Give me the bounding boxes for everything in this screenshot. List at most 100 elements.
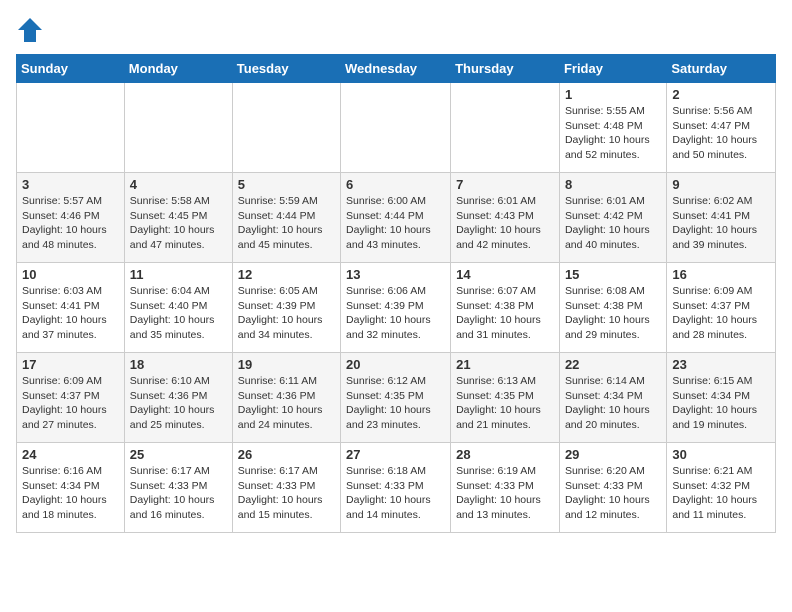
calendar-cell: 4 Sunrise: 5:58 AM Sunset: 4:45 PM Daylig… <box>124 173 232 263</box>
calendar-cell: 13Sunrise: 6:06 AM Sunset: 4:39 PM Dayli… <box>341 263 451 353</box>
day-number: 17 <box>22 357 119 372</box>
week-row-1: 1 Sunrise: 5:55 AM Sunset: 4:48 PM Daylig… <box>17 83 776 173</box>
calendar-cell <box>17 83 125 173</box>
day-info: Sunrise: 6:12 AM Sunset: 4:35 PM Dayligh… <box>346 374 445 433</box>
weekday-header-row: SundayMondayTuesdayWednesdayThursdayFrid… <box>17 55 776 83</box>
day-info: Sunrise: 5:55 AM Sunset: 4:48 PM Dayligh… <box>565 104 661 163</box>
day-number: 24 <box>22 447 119 462</box>
day-info: Sunrise: 6:11 AM Sunset: 4:36 PM Dayligh… <box>238 374 335 433</box>
weekday-header-friday: Friday <box>559 55 666 83</box>
day-info: Sunrise: 6:17 AM Sunset: 4:33 PM Dayligh… <box>238 464 335 523</box>
day-info: Sunrise: 6:08 AM Sunset: 4:38 PM Dayligh… <box>565 284 661 343</box>
day-number: 29 <box>565 447 661 462</box>
day-info: Sunrise: 5:59 AM Sunset: 4:44 PM Dayligh… <box>238 194 335 253</box>
weekday-header-thursday: Thursday <box>451 55 560 83</box>
day-info: Sunrise: 6:00 AM Sunset: 4:44 PM Dayligh… <box>346 194 445 253</box>
weekday-header-tuesday: Tuesday <box>232 55 340 83</box>
calendar-cell: 15 Sunrise: 6:08 AM Sunset: 4:38 PM Dayli… <box>559 263 666 353</box>
calendar-cell: 25 Sunrise: 6:17 AM Sunset: 4:33 PM Dayli… <box>124 443 232 533</box>
calendar-cell: 2 Sunrise: 5:56 AM Sunset: 4:47 PM Daylig… <box>667 83 776 173</box>
calendar-cell: 5 Sunrise: 5:59 AM Sunset: 4:44 PM Daylig… <box>232 173 340 263</box>
calendar-cell: 29 Sunrise: 6:20 AM Sunset: 4:33 PM Dayli… <box>559 443 666 533</box>
day-number: 2 <box>672 87 770 102</box>
day-info: Sunrise: 5:58 AM Sunset: 4:45 PM Dayligh… <box>130 194 227 253</box>
calendar-cell <box>451 83 560 173</box>
day-info: Sunrise: 6:06 AM Sunset: 4:39 PM Dayligh… <box>346 284 445 343</box>
logo <box>16 16 48 44</box>
day-number: 3 <box>22 177 119 192</box>
day-number: 15 <box>565 267 661 282</box>
day-number: 20 <box>346 357 445 372</box>
day-number: 10 <box>22 267 119 282</box>
calendar-cell: 30Sunrise: 6:21 AM Sunset: 4:32 PM Dayli… <box>667 443 776 533</box>
day-info: Sunrise: 6:14 AM Sunset: 4:34 PM Dayligh… <box>565 374 661 433</box>
header <box>16 16 776 44</box>
calendar-cell: 6Sunrise: 6:00 AM Sunset: 4:44 PM Daylig… <box>341 173 451 263</box>
calendar-cell: 26 Sunrise: 6:17 AM Sunset: 4:33 PM Dayli… <box>232 443 340 533</box>
week-row-5: 24 Sunrise: 6:16 AM Sunset: 4:34 PM Dayli… <box>17 443 776 533</box>
day-info: Sunrise: 6:17 AM Sunset: 4:33 PM Dayligh… <box>130 464 227 523</box>
calendar-cell <box>124 83 232 173</box>
calendar-cell: 17 Sunrise: 6:09 AM Sunset: 4:37 PM Dayli… <box>17 353 125 443</box>
day-number: 25 <box>130 447 227 462</box>
calendar-cell: 24 Sunrise: 6:16 AM Sunset: 4:34 PM Dayli… <box>17 443 125 533</box>
calendar-cell: 8Sunrise: 6:01 AM Sunset: 4:42 PM Daylig… <box>559 173 666 263</box>
calendar-cell: 1 Sunrise: 5:55 AM Sunset: 4:48 PM Daylig… <box>559 83 666 173</box>
logo-icon <box>16 16 44 44</box>
calendar-cell: 23 Sunrise: 6:15 AM Sunset: 4:34 PM Dayli… <box>667 353 776 443</box>
calendar-table: SundayMondayTuesdayWednesdayThursdayFrid… <box>16 54 776 533</box>
day-number: 9 <box>672 177 770 192</box>
weekday-header-wednesday: Wednesday <box>341 55 451 83</box>
calendar-cell: 28 Sunrise: 6:19 AM Sunset: 4:33 PM Dayli… <box>451 443 560 533</box>
day-number: 23 <box>672 357 770 372</box>
day-number: 18 <box>130 357 227 372</box>
day-number: 12 <box>238 267 335 282</box>
calendar-cell: 16 Sunrise: 6:09 AM Sunset: 4:37 PM Dayli… <box>667 263 776 353</box>
calendar-cell: 9 Sunrise: 6:02 AM Sunset: 4:41 PM Daylig… <box>667 173 776 263</box>
day-info: Sunrise: 5:57 AM Sunset: 4:46 PM Dayligh… <box>22 194 119 253</box>
day-number: 4 <box>130 177 227 192</box>
calendar-cell: 12 Sunrise: 6:05 AM Sunset: 4:39 PM Dayli… <box>232 263 340 353</box>
calendar-cell: 27 Sunrise: 6:18 AM Sunset: 4:33 PM Dayli… <box>341 443 451 533</box>
calendar-cell: 3 Sunrise: 5:57 AM Sunset: 4:46 PM Daylig… <box>17 173 125 263</box>
day-info: Sunrise: 6:05 AM Sunset: 4:39 PM Dayligh… <box>238 284 335 343</box>
calendar-cell: 20 Sunrise: 6:12 AM Sunset: 4:35 PM Dayli… <box>341 353 451 443</box>
day-number: 16 <box>672 267 770 282</box>
day-number: 28 <box>456 447 554 462</box>
day-number: 22 <box>565 357 661 372</box>
day-number: 7 <box>456 177 554 192</box>
calendar-cell: 19Sunrise: 6:11 AM Sunset: 4:36 PM Dayli… <box>232 353 340 443</box>
calendar-cell: 10 Sunrise: 6:03 AM Sunset: 4:41 PM Dayli… <box>17 263 125 353</box>
day-number: 26 <box>238 447 335 462</box>
day-info: Sunrise: 6:09 AM Sunset: 4:37 PM Dayligh… <box>672 284 770 343</box>
day-number: 5 <box>238 177 335 192</box>
day-number: 21 <box>456 357 554 372</box>
day-info: Sunrise: 6:13 AM Sunset: 4:35 PM Dayligh… <box>456 374 554 433</box>
day-info: Sunrise: 6:19 AM Sunset: 4:33 PM Dayligh… <box>456 464 554 523</box>
day-info: Sunrise: 6:10 AM Sunset: 4:36 PM Dayligh… <box>130 374 227 433</box>
calendar-cell <box>341 83 451 173</box>
calendar-cell: 22 Sunrise: 6:14 AM Sunset: 4:34 PM Dayli… <box>559 353 666 443</box>
day-info: Sunrise: 6:16 AM Sunset: 4:34 PM Dayligh… <box>22 464 119 523</box>
day-number: 1 <box>565 87 661 102</box>
day-info: Sunrise: 6:21 AM Sunset: 4:32 PM Dayligh… <box>672 464 770 523</box>
day-number: 14 <box>456 267 554 282</box>
week-row-2: 3 Sunrise: 5:57 AM Sunset: 4:46 PM Daylig… <box>17 173 776 263</box>
day-info: Sunrise: 6:03 AM Sunset: 4:41 PM Dayligh… <box>22 284 119 343</box>
day-info: Sunrise: 5:56 AM Sunset: 4:47 PM Dayligh… <box>672 104 770 163</box>
day-info: Sunrise: 6:02 AM Sunset: 4:41 PM Dayligh… <box>672 194 770 253</box>
week-row-4: 17 Sunrise: 6:09 AM Sunset: 4:37 PM Dayli… <box>17 353 776 443</box>
weekday-header-sunday: Sunday <box>17 55 125 83</box>
day-info: Sunrise: 6:09 AM Sunset: 4:37 PM Dayligh… <box>22 374 119 433</box>
day-number: 27 <box>346 447 445 462</box>
calendar-cell: 21 Sunrise: 6:13 AM Sunset: 4:35 PM Dayli… <box>451 353 560 443</box>
day-info: Sunrise: 6:15 AM Sunset: 4:34 PM Dayligh… <box>672 374 770 433</box>
day-number: 8 <box>565 177 661 192</box>
week-row-3: 10 Sunrise: 6:03 AM Sunset: 4:41 PM Dayli… <box>17 263 776 353</box>
day-info: Sunrise: 6:01 AM Sunset: 4:43 PM Dayligh… <box>456 194 554 253</box>
day-info: Sunrise: 6:04 AM Sunset: 4:40 PM Dayligh… <box>130 284 227 343</box>
weekday-header-saturday: Saturday <box>667 55 776 83</box>
weekday-header-monday: Monday <box>124 55 232 83</box>
day-info: Sunrise: 6:18 AM Sunset: 4:33 PM Dayligh… <box>346 464 445 523</box>
day-info: Sunrise: 6:20 AM Sunset: 4:33 PM Dayligh… <box>565 464 661 523</box>
